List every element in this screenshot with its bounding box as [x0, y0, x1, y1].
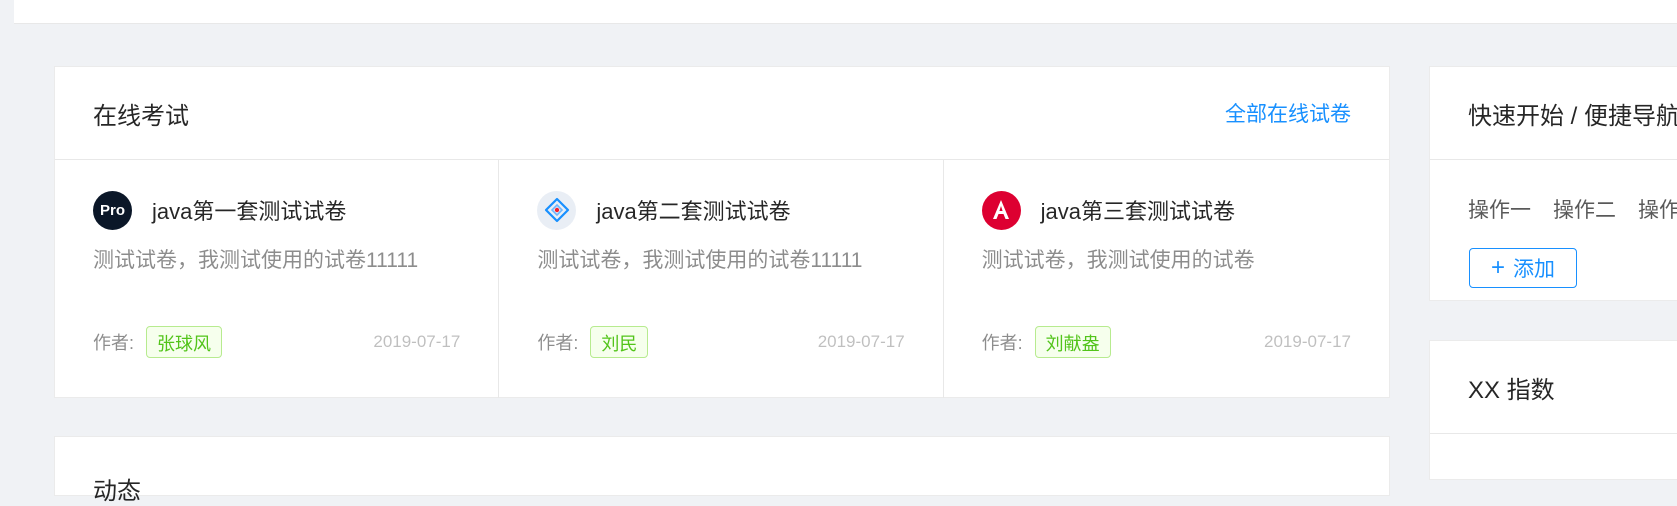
exam-footer: 作者: 刘民 2019-07-17 [537, 326, 905, 358]
author: 作者: 刘民 [537, 326, 649, 358]
quick-link-3[interactable]: 操作三 [1638, 194, 1677, 224]
author-tag: 张球风 [146, 326, 223, 358]
online-exam-title: 在线考试 [93, 102, 189, 130]
author-label: 作者: [981, 333, 1023, 353]
quick-start-header: 快速开始 / 便捷导航 [1430, 67, 1677, 160]
exam-description: 测试试卷，我测试使用的试卷11111 [93, 249, 419, 272]
top-header [14, 0, 1677, 24]
dynamics-title: 动态 [93, 478, 141, 505]
exam-description: 测试试卷，我测试使用的试卷 [981, 249, 1255, 272]
xx-index-title: XX 指数 [1468, 376, 1555, 404]
exam-date: 2019-07-17 [373, 332, 461, 351]
all-exams-link[interactable]: 全部在线试卷 [1225, 98, 1351, 128]
angular-logo-icon [981, 190, 1021, 230]
dynamics-card: 动态 [54, 436, 1390, 505]
quick-start-title: 快速开始 / 便捷导航 [1468, 102, 1677, 130]
exam-title[interactable]: java第三套测试试卷 [1041, 194, 1235, 226]
exam-title[interactable]: java第一套测试试卷 [152, 194, 346, 226]
author: 作者: 刘献盎 [982, 326, 1111, 358]
online-exam-card: 在线考试 全部在线试卷 Pro java第一套测试试卷 测试试卷，我测试使用的试… [54, 66, 1390, 398]
author: 作者: 张球风 [93, 326, 223, 358]
exam-footer: 作者: 张球风 2019-07-17 [93, 326, 460, 358]
exam-item[interactable]: java第三套测试试卷 测试试卷，我测试使用的试卷 作者: 刘献盎 2019-0… [944, 160, 1389, 398]
pro-logo-icon: Pro [93, 190, 132, 230]
exam-description: 测试试卷，我测试使用的试卷11111 [537, 249, 863, 272]
xx-index-card: XX 指数 [1429, 340, 1677, 480]
exam-item-header: Pro java第一套测试试卷 [93, 190, 460, 230]
quick-link-2[interactable]: 操作二 [1553, 194, 1616, 224]
ant-design-logo-icon [537, 190, 577, 230]
exam-date: 2019-07-17 [1264, 332, 1351, 351]
exam-footer: 作者: 刘献盎 2019-07-17 [982, 326, 1351, 358]
plus-icon: + [1490, 254, 1505, 281]
exam-title[interactable]: java第二套测试试卷 [596, 194, 790, 226]
xx-index-header: XX 指数 [1430, 341, 1677, 434]
quick-links: 操作一 操作二 操作三 [1430, 160, 1677, 224]
exam-item[interactable]: java第二套测试试卷 测试试卷，我测试使用的试卷11111 作者: 刘民 20… [499, 160, 944, 398]
author-label: 作者: [93, 333, 135, 353]
exam-item[interactable]: Pro java第一套测试试卷 测试试卷，我测试使用的试卷11111 作者: 张… [55, 160, 500, 398]
author-label: 作者: [537, 333, 579, 353]
exam-grid: Pro java第一套测试试卷 测试试卷，我测试使用的试卷11111 作者: 张… [55, 160, 1389, 398]
author-tag: 刘献盎 [1034, 326, 1111, 358]
online-exam-card-header: 在线考试 全部在线试卷 [55, 67, 1389, 160]
exam-item-header: java第三套测试试卷 [981, 190, 1351, 230]
exam-date: 2019-07-17 [817, 332, 905, 351]
add-button-label: 添加 [1513, 258, 1555, 281]
exam-item-header: java第二套测试试卷 [537, 190, 904, 230]
add-button[interactable]: + 添加 [1469, 248, 1577, 288]
author-tag: 刘民 [590, 326, 649, 358]
quick-link-1[interactable]: 操作一 [1468, 194, 1531, 224]
quick-start-card: 快速开始 / 便捷导航 操作一 操作二 操作三 + 添加 [1429, 66, 1677, 301]
